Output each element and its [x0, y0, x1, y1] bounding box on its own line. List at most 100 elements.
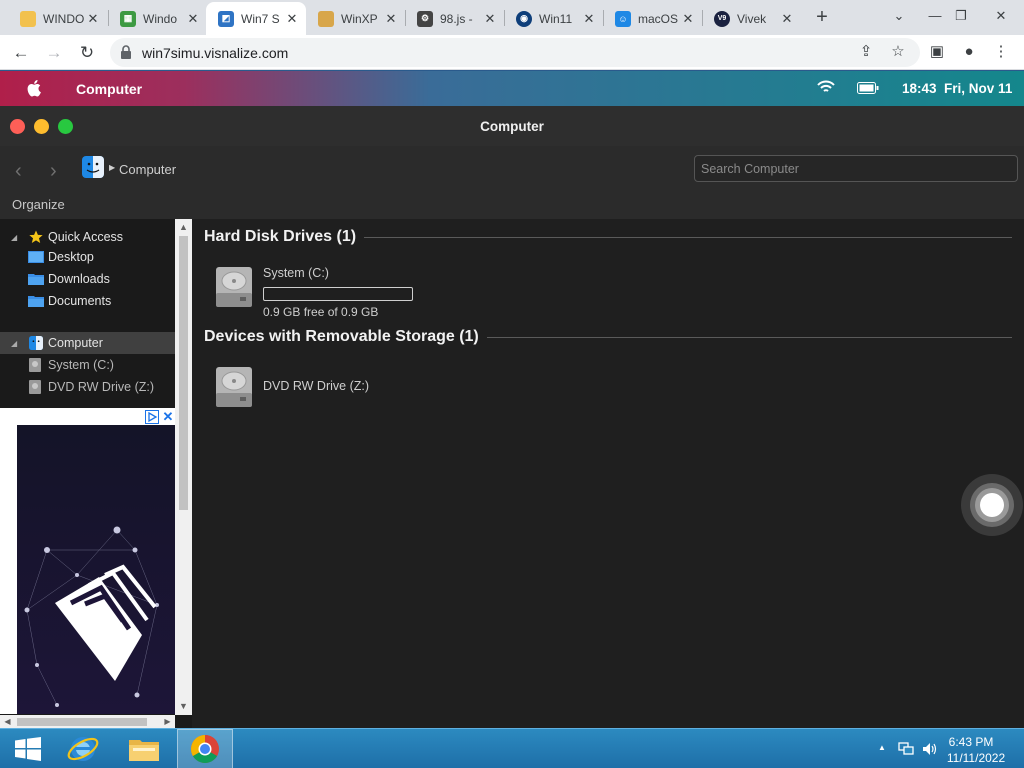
file-explorer-icon: [129, 740, 159, 761]
sidebar-item-desktop[interactable]: Desktop: [0, 246, 175, 268]
taskbar-internet-explorer[interactable]: [55, 729, 111, 768]
profile-icon[interactable]: ●: [958, 41, 980, 63]
menu-kebab-icon[interactable]: ⋮: [990, 41, 1012, 63]
folder-icon: [28, 274, 44, 285]
browser-tab[interactable]: ◉ Win11 ✕: [504, 2, 603, 35]
expand-triangle-icon[interactable]: ◢: [11, 339, 17, 348]
scroll-up-arrow-icon[interactable]: ▲: [175, 219, 192, 236]
ad-network-graphic: [17, 425, 175, 714]
sidebar-item-label: Desktop: [48, 250, 94, 264]
finder-icon: [82, 156, 104, 178]
browser-tab[interactable]: WinXP ✕: [306, 2, 405, 35]
ad-close-icon[interactable]: ✕: [161, 409, 175, 424]
close-tab-icon[interactable]: ✕: [581, 11, 597, 27]
taskbar-chrome[interactable]: [177, 729, 233, 768]
side-panel-icon[interactable]: ▣: [926, 41, 948, 63]
browser-tab[interactable]: WINDO ✕: [8, 2, 107, 35]
window-titlebar[interactable]: Computer: [0, 106, 1024, 146]
sidebar-item-label: Computer: [48, 336, 103, 350]
browser-tab-active[interactable]: ◩ Win7 S ✕: [206, 2, 306, 35]
drive-icon: [29, 380, 41, 394]
minimize-icon[interactable]: —: [924, 5, 946, 27]
scroll-down-arrow-icon[interactable]: ▼: [175, 698, 192, 715]
mac-menu-bar: Computer 18:43 Fri, Nov 11: [0, 71, 1024, 106]
finder-icon: [29, 336, 43, 350]
menu-bar-clock[interactable]: 18:43 Fri, Nov 11: [902, 81, 1012, 96]
drive-item-dvd-z[interactable]: DVD RW Drive (Z:): [212, 365, 472, 409]
advertisement[interactable]: ✕: [0, 408, 175, 714]
close-tab-icon[interactable]: ✕: [185, 11, 201, 27]
sidebar-horizontal-scrollbar[interactable]: ◀ ▶: [0, 715, 175, 728]
folder-icon: [20, 10, 36, 27]
close-window-icon[interactable]: ✕: [990, 5, 1012, 27]
close-tab-icon[interactable]: ✕: [284, 11, 300, 27]
back-arrow-icon[interactable]: ‹: [15, 161, 31, 181]
section-title: Hard Disk Drives (1): [204, 228, 357, 245]
forward-icon[interactable]: →: [43, 42, 65, 64]
forward-arrow-icon[interactable]: ›: [50, 161, 66, 181]
volume-icon[interactable]: [922, 742, 938, 756]
scrollbar-thumb[interactable]: [17, 718, 147, 726]
organize-menu[interactable]: Organize: [12, 197, 65, 212]
navigation-sidebar: ◢ Quick Access Desktop Downloads Documen…: [0, 219, 192, 728]
internet-explorer-icon: [67, 737, 99, 761]
sidebar-item-computer[interactable]: ◢ Computer: [0, 332, 175, 354]
taskbar-clock-time[interactable]: 6:43 PM: [940, 735, 1002, 749]
sidebar-item-label: Documents: [48, 294, 112, 308]
sidebar-item-dvd-z[interactable]: DVD RW Drive (Z:): [0, 376, 175, 398]
desktop-icon: [28, 251, 44, 263]
sidebar-item-documents[interactable]: Documents: [0, 290, 175, 312]
scroll-left-arrow-icon[interactable]: ◀: [0, 715, 15, 728]
gear-icon: ⚙: [417, 10, 433, 27]
reload-icon[interactable]: ↻: [76, 42, 98, 64]
network-icon[interactable]: [898, 742, 914, 756]
close-tab-icon[interactable]: ✕: [482, 11, 498, 27]
address-bar[interactable]: win7simu.visnalize.com: [110, 38, 920, 67]
assistive-touch-button[interactable]: [960, 473, 1024, 537]
ad-choices-icon[interactable]: [145, 410, 159, 424]
apple-logo-icon[interactable]: [27, 79, 43, 97]
browser-tab[interactable]: ⚙ 98.js - ✕: [405, 2, 504, 35]
battery-icon[interactable]: [857, 82, 879, 94]
close-tab-icon[interactable]: ✕: [779, 11, 795, 27]
drive-icon: [29, 358, 41, 372]
search-input[interactable]: [694, 155, 1018, 182]
scrollbar-thumb[interactable]: [179, 236, 188, 510]
grid-icon: ▦: [120, 10, 136, 27]
browser-tab[interactable]: ▦ Windo ✕: [108, 2, 207, 35]
taskbar-clock-date[interactable]: 11/11/2022: [940, 751, 1012, 765]
expand-triangle-icon[interactable]: ◢: [11, 233, 17, 242]
drive-usage-bar: [263, 287, 413, 301]
section-divider: [486, 336, 1012, 338]
browser-tab[interactable]: V9 Vivek ✕: [702, 2, 801, 35]
close-tab-icon[interactable]: ✕: [85, 11, 101, 27]
show-hidden-icons-icon[interactable]: ▲: [878, 743, 886, 752]
bookmark-star-icon[interactable]: ☆: [887, 41, 909, 63]
back-icon[interactable]: ←: [10, 42, 32, 64]
share-icon[interactable]: ⇪: [855, 41, 877, 63]
win7-icon: ◩: [218, 10, 234, 27]
sidebar-item-downloads[interactable]: Downloads: [0, 268, 175, 290]
start-button[interactable]: [0, 729, 56, 768]
win11-icon: ◉: [516, 10, 532, 27]
sidebar-item-system-c[interactable]: System (C:): [0, 354, 175, 376]
scroll-right-arrow-icon[interactable]: ▶: [160, 715, 175, 728]
wifi-icon[interactable]: [817, 80, 835, 94]
browser-tab[interactable]: ☺ macOS ✕: [603, 2, 702, 35]
close-tab-icon[interactable]: ✕: [680, 11, 696, 27]
close-tab-icon[interactable]: ✕: [383, 11, 399, 27]
active-app-title[interactable]: Computer: [76, 81, 142, 97]
sidebar-item-label: Quick Access: [48, 230, 124, 244]
taskbar-file-explorer[interactable]: [116, 729, 172, 768]
sidebar-vertical-scrollbar[interactable]: ▲ ▼: [175, 219, 192, 715]
xp-icon: [318, 10, 334, 27]
sidebar-item-quick-access[interactable]: ◢ Quick Access: [0, 226, 175, 248]
browser-tab-strip: WINDO ✕ ▦ Windo ✕ ◩ Win7 S ✕ WinXP ✕ ⚙ 9…: [0, 0, 1024, 35]
star-icon: [29, 230, 43, 243]
new-tab-button[interactable]: +: [812, 6, 832, 28]
tab-search-icon[interactable]: ⌄: [888, 5, 910, 27]
drive-item-system-c[interactable]: System (C:) 0.9 GB free of 0.9 GB: [212, 265, 472, 319]
breadcrumb[interactable]: Computer: [119, 162, 176, 177]
sidebar-item-label: DVD RW Drive (Z:): [48, 380, 155, 394]
restore-icon[interactable]: ❐: [950, 5, 972, 27]
